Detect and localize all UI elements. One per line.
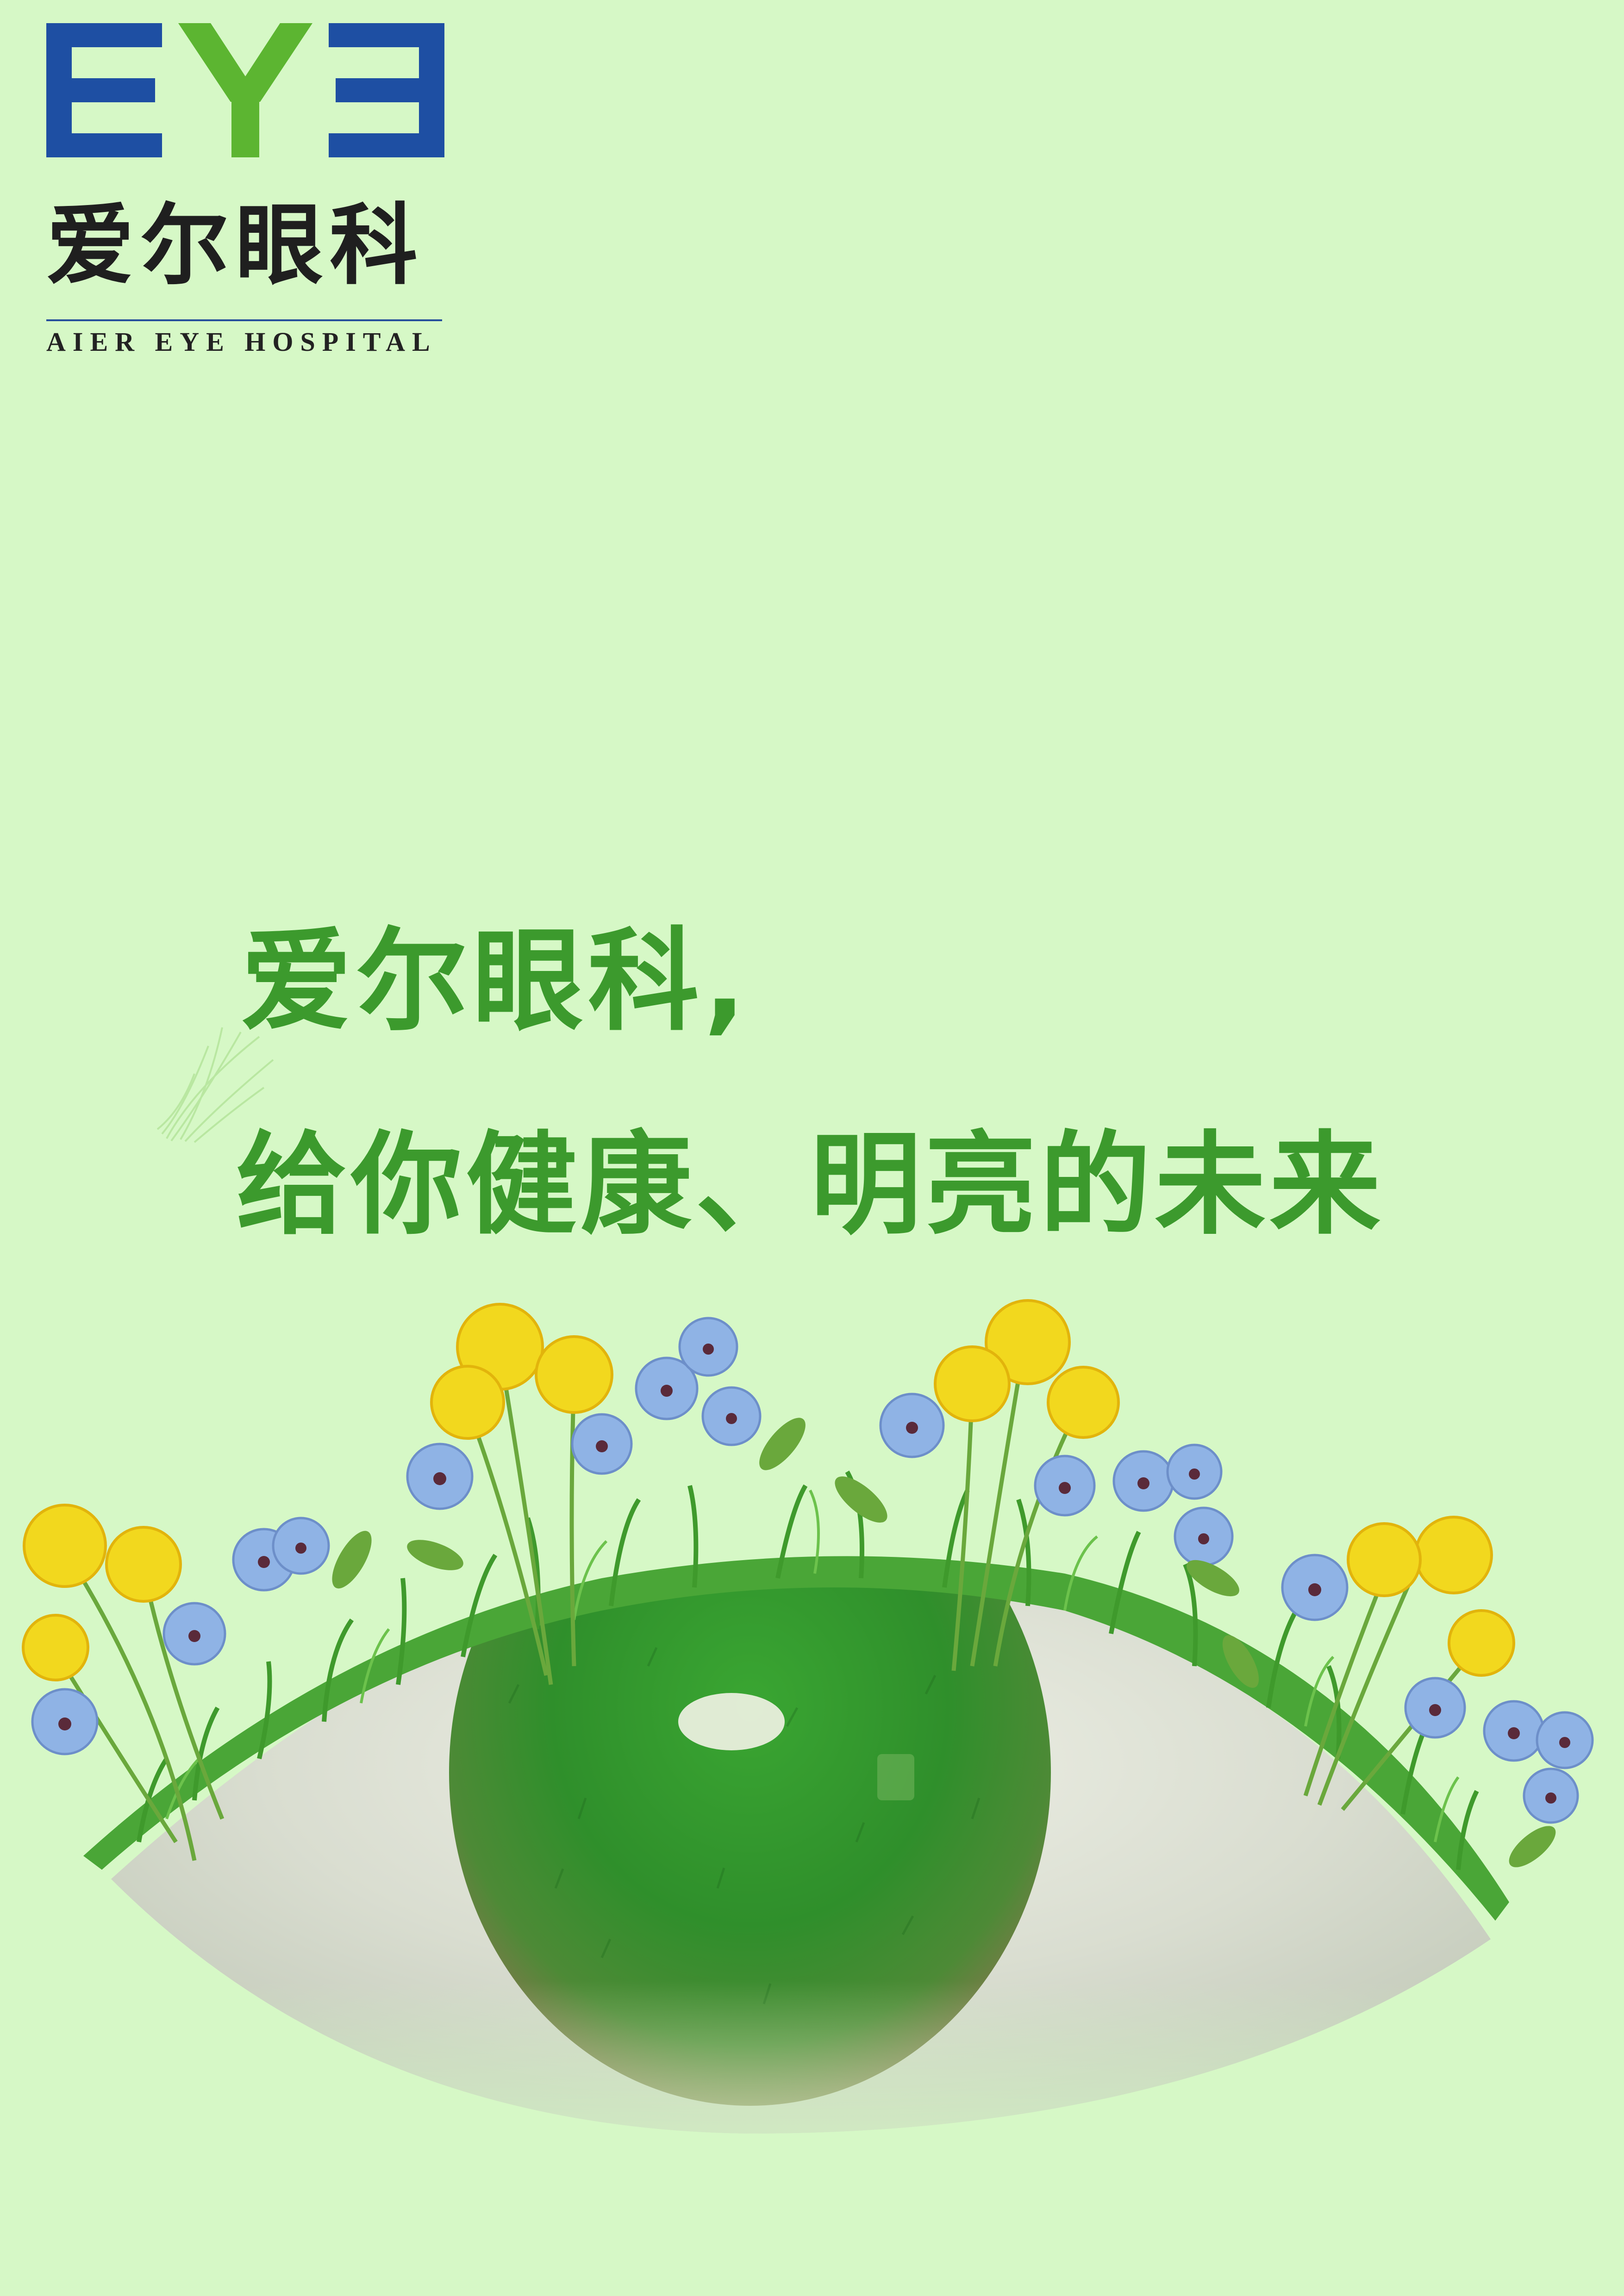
logo-letter-e-left: [46, 23, 162, 157]
logo-letter-e-right: [329, 23, 444, 157]
logo-english-name: AIER EYE HOSPITAL: [46, 327, 437, 357]
logo-letter-y: [178, 23, 312, 157]
grass-eye-illustration: [22, 1299, 1594, 2134]
brand-logo: 爱尔眼科 AIER EYE HOSPITAL: [46, 23, 444, 355]
slogan-line-1: 爱尔眼科,: [241, 916, 751, 1046]
logo-chinese-name: 爱尔眼科: [46, 193, 425, 297]
eye-logo-mark: [46, 23, 444, 157]
logo-divider: [46, 319, 442, 321]
slogan-line-2: 给你健康、明亮的未来: [236, 1120, 1385, 1250]
eye-highlight: [678, 1693, 785, 1750]
eye-reflection: [877, 1754, 914, 1800]
